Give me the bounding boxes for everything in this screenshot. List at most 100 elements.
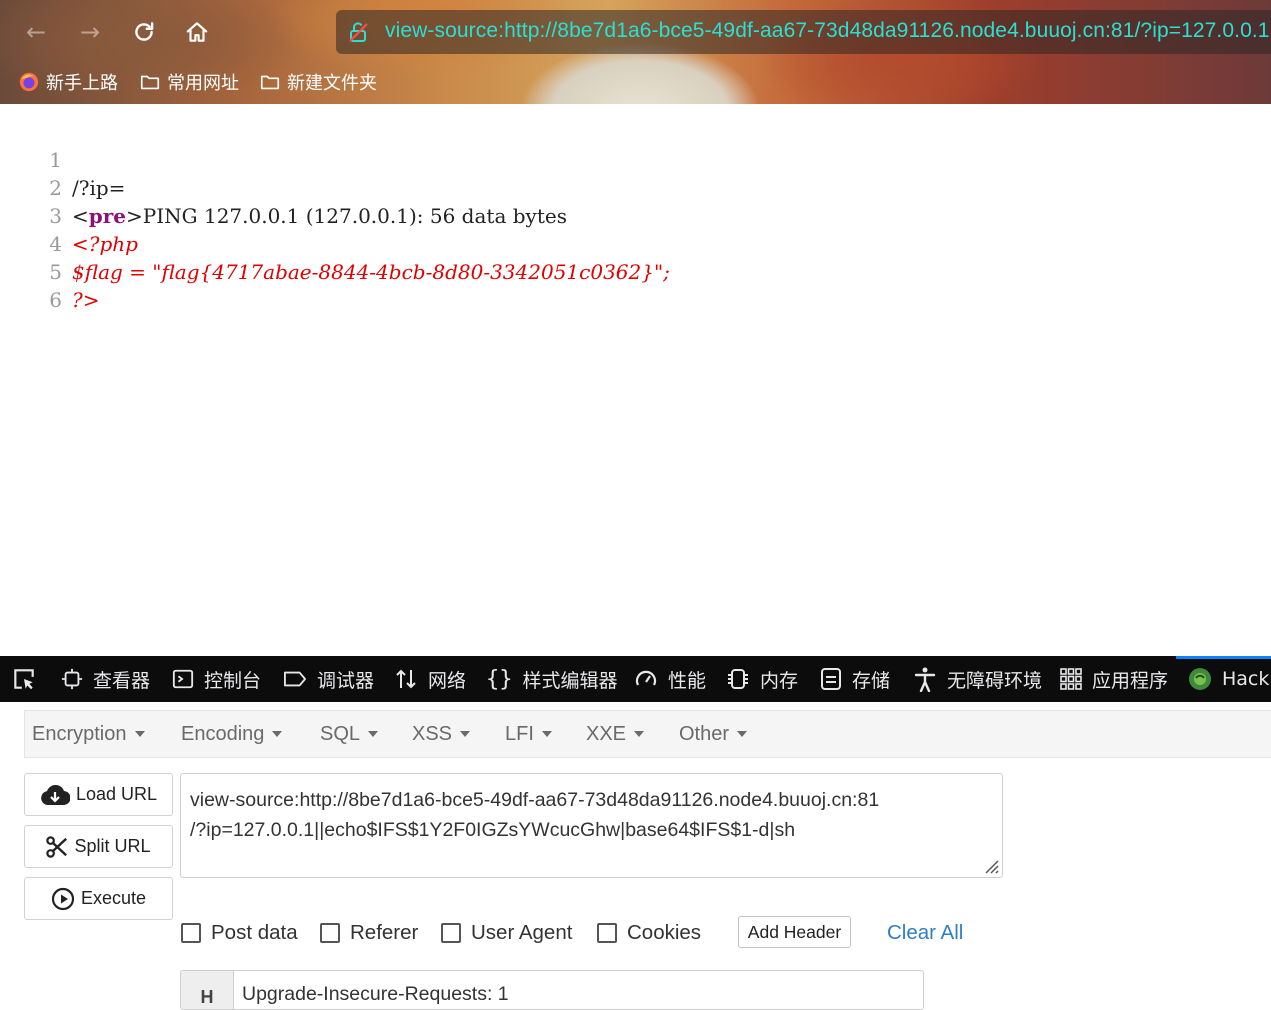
caret-down-icon bbox=[541, 730, 552, 737]
option-label: Referer bbox=[350, 921, 419, 944]
header-value-input[interactable]: Upgrade-Insecure-Requests: 1 bbox=[242, 983, 509, 1006]
source-text: /?ip= bbox=[72, 176, 126, 200]
menu-label: Encoding bbox=[181, 723, 265, 745]
tab-label: 查看器 bbox=[93, 669, 151, 692]
bookmark-label: 常用网址 bbox=[167, 73, 239, 94]
tab-label: 性能 bbox=[668, 669, 707, 692]
tab-label: 无障碍环境 bbox=[947, 669, 1043, 692]
menu-label: XXE bbox=[586, 723, 627, 745]
tab-performance[interactable]: 性能 bbox=[634, 656, 706, 702]
menu-encoding[interactable]: Encoding bbox=[181, 711, 283, 759]
home-icon[interactable] bbox=[181, 16, 213, 48]
tab-label: HackBar bbox=[1222, 668, 1271, 690]
tab-inspector[interactable]: 查看器 bbox=[61, 656, 150, 702]
menu-xxe[interactable]: XXE bbox=[586, 711, 645, 759]
button-label: Split URL bbox=[74, 836, 151, 856]
tab-label: 控制台 bbox=[204, 669, 262, 692]
php-open-tag: <?php bbox=[72, 232, 138, 256]
hackbar-url-textarea[interactable]: view-source:http://8be7d1a6-bce5-49df-aa… bbox=[180, 773, 1003, 878]
option-label: User Agent bbox=[471, 921, 573, 944]
tab-debugger[interactable]: 调试器 bbox=[283, 656, 374, 702]
checkbox[interactable] bbox=[181, 923, 201, 943]
option-label: Cookies bbox=[627, 921, 702, 944]
tab-storage[interactable]: 存储 bbox=[820, 656, 890, 702]
option-label: Post data bbox=[211, 921, 298, 944]
line-number: 4 bbox=[49, 232, 62, 256]
reload-icon[interactable] bbox=[128, 16, 160, 48]
menu-label: Other bbox=[679, 723, 730, 745]
tab-label: 调试器 bbox=[317, 669, 375, 692]
bookmark-label: 新建文件夹 bbox=[287, 73, 377, 94]
active-tab-indicator bbox=[1176, 656, 1271, 659]
source-line: 2 <pre>PING 127.0.0.1 (127.0.0.1): 56 da… bbox=[0, 146, 567, 228]
url-line: view-source:http://8be7d1a6-bce5-49df-aa… bbox=[190, 789, 880, 811]
tab-label: 存储 bbox=[852, 669, 891, 692]
referer-checkbox[interactable]: Referer bbox=[320, 918, 418, 948]
tab-network[interactable]: 网络 bbox=[394, 656, 466, 702]
split-url-button[interactable]: Split URL bbox=[24, 825, 173, 868]
address-bar-url[interactable]: view-source:http://8be7d1a6-bce5-49df-aa… bbox=[385, 19, 1271, 43]
tab-application[interactable]: 应用程序 bbox=[1060, 656, 1168, 702]
menu-xss[interactable]: XSS bbox=[412, 711, 471, 759]
cloud-download-icon bbox=[40, 784, 70, 806]
url-line: /?ip=127.0.0.1||echo$IFS$1Y2F0IGZsYWcucG… bbox=[190, 819, 796, 841]
user-agent-checkbox[interactable]: User Agent bbox=[441, 918, 572, 948]
element-picker-icon[interactable] bbox=[11, 656, 37, 702]
caret-down-icon bbox=[134, 730, 145, 737]
menu-label: LFI bbox=[505, 723, 534, 745]
header-key: H bbox=[181, 971, 234, 1009]
menu-sql[interactable]: SQL bbox=[320, 711, 379, 759]
menu-label: Encryption bbox=[32, 723, 127, 745]
console-icon bbox=[172, 668, 194, 690]
execute-button[interactable]: Execute bbox=[24, 877, 173, 920]
forward-arrow-icon[interactable]: → bbox=[74, 16, 106, 48]
memory-icon bbox=[726, 667, 750, 691]
menu-other[interactable]: Other bbox=[679, 711, 748, 759]
menu-label: XSS bbox=[412, 723, 453, 745]
cookies-checkbox[interactable]: Cookies bbox=[597, 918, 701, 948]
tab-label: 应用程序 bbox=[1092, 669, 1169, 692]
ping-output: PING 127.0.0.1 (127.0.0.1): 56 data byte… bbox=[142, 204, 567, 228]
tab-console[interactable]: 控制台 bbox=[172, 656, 261, 702]
source-text: <pre>PING 127.0.0.1 (127.0.0.1): 56 data… bbox=[72, 202, 567, 230]
button-label: Execute bbox=[80, 888, 147, 908]
add-header-button[interactable]: Add Header bbox=[738, 916, 851, 948]
source-line: 4 $flag = "flag{4717abae-8844-4bcb-8d80-… bbox=[0, 202, 670, 284]
tag-bracket: > bbox=[126, 204, 143, 228]
accessibility-icon bbox=[913, 666, 937, 692]
post-data-checkbox[interactable]: Post data bbox=[181, 918, 298, 948]
checkbox[interactable] bbox=[320, 923, 340, 943]
address-bar[interactable]: view-source:http://8be7d1a6-bce5-49df-aa… bbox=[336, 10, 1271, 54]
menu-label: SQL bbox=[320, 723, 361, 745]
clear-all-link[interactable]: Clear All bbox=[887, 918, 963, 948]
source-line: 5 ?> bbox=[0, 230, 99, 312]
checkbox[interactable] bbox=[597, 923, 617, 943]
caret-down-icon bbox=[272, 730, 283, 737]
hackbar-menu: Encryption Encoding SQL XSS LFI XXE Othe… bbox=[24, 710, 1271, 758]
network-icon bbox=[394, 667, 418, 691]
caret-down-icon bbox=[634, 730, 645, 737]
tab-style-editor[interactable]: {} 样式编辑器 bbox=[486, 656, 618, 702]
source-line: 3 <?php bbox=[0, 174, 138, 256]
bookmark-folder-common[interactable]: 常用网址 bbox=[139, 68, 239, 96]
back-arrow-icon[interactable]: ← bbox=[20, 16, 52, 48]
resize-grip-icon[interactable] bbox=[981, 856, 999, 874]
menu-lfi[interactable]: LFI bbox=[505, 711, 552, 759]
bookmark-getting-started[interactable]: 新手上路 bbox=[18, 68, 118, 96]
tag-name: pre bbox=[88, 204, 127, 228]
tab-memory[interactable]: 内存 bbox=[726, 656, 798, 702]
bookmark-label: 新手上路 bbox=[46, 73, 118, 94]
load-url-button[interactable]: Load URL bbox=[24, 773, 173, 816]
checkbox[interactable] bbox=[441, 923, 461, 943]
browser-toolbar: ← → view-source:http://8be7d1a6-bce5-49d… bbox=[0, 0, 1271, 104]
tab-hackbar[interactable]: HackBar bbox=[1188, 656, 1271, 702]
hackbar-panel: Encryption Encoding SQL XSS LFI XXE Othe… bbox=[0, 702, 1271, 1010]
insecure-lock-icon[interactable] bbox=[346, 20, 370, 44]
bookmark-folder-new[interactable]: 新建文件夹 bbox=[259, 68, 377, 96]
tab-label: 内存 bbox=[760, 669, 799, 692]
php-close-tag: ?> bbox=[72, 288, 100, 312]
flag-assignment: $flag = "flag{4717abae-8844-4bcb-8d80-33… bbox=[72, 260, 670, 284]
caret-down-icon bbox=[368, 730, 379, 737]
tab-accessibility[interactable]: 无障碍环境 bbox=[913, 656, 1042, 702]
menu-encryption[interactable]: Encryption bbox=[32, 711, 145, 759]
